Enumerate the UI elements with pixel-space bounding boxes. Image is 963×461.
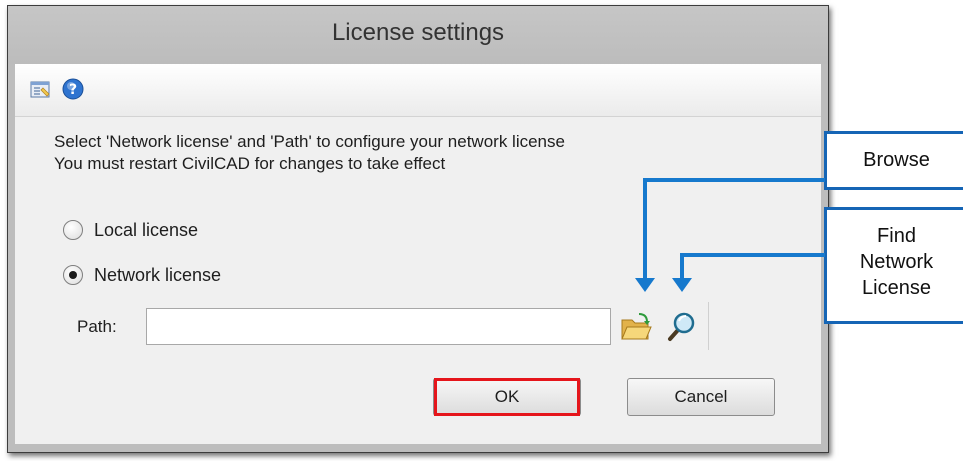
radio-selected-dot	[69, 271, 77, 279]
browse-button[interactable]	[619, 310, 653, 344]
path-input[interactable]	[146, 308, 611, 345]
browse-arrow-stem	[643, 178, 647, 281]
find-callout-line-3: License	[862, 277, 931, 299]
find-license-callout: Find Network License	[824, 207, 963, 324]
find-arrow-stem	[680, 253, 684, 281]
find-arrow-line	[680, 253, 825, 257]
find-callout-line-2: Network	[859, 251, 934, 273]
local-license-radio[interactable]	[63, 220, 83, 240]
svg-text:?: ?	[69, 82, 77, 98]
cancel-button[interactable]: Cancel	[627, 378, 775, 416]
ok-highlight-box	[434, 378, 580, 416]
window-frame-bottom	[8, 444, 828, 452]
properties-icon[interactable]	[30, 78, 52, 100]
find-callout-line-1: Find	[877, 225, 916, 247]
title-bar[interactable]: License settings	[8, 6, 828, 65]
license-settings-dialog: License settings ? Select 'Network licen…	[7, 5, 829, 453]
browse-callout: Browse	[824, 131, 963, 190]
browse-arrow-line	[643, 178, 825, 182]
browse-callout-text: Browse	[863, 149, 930, 171]
instruction-line-2: You must restart CivilCAD for changes to…	[54, 154, 446, 173]
instruction-line-1: Select 'Network license' and 'Path' to c…	[54, 132, 565, 151]
window-title: License settings	[331, 19, 505, 46]
network-license-label[interactable]: Network license	[94, 265, 221, 286]
find-arrow-head	[672, 278, 692, 292]
path-label: Path:	[77, 317, 117, 336]
network-license-radio[interactable]	[63, 265, 83, 285]
local-license-label[interactable]: Local license	[94, 220, 198, 241]
find-network-license-button[interactable]	[664, 310, 698, 344]
magnifier-icon	[668, 312, 695, 341]
browse-arrow-head	[635, 278, 655, 292]
toolbar: ?	[15, 64, 821, 117]
help-icon[interactable]: ?	[62, 78, 84, 100]
divider	[708, 302, 709, 350]
window-frame-left	[8, 64, 15, 452]
open-folder-icon	[621, 313, 652, 340]
